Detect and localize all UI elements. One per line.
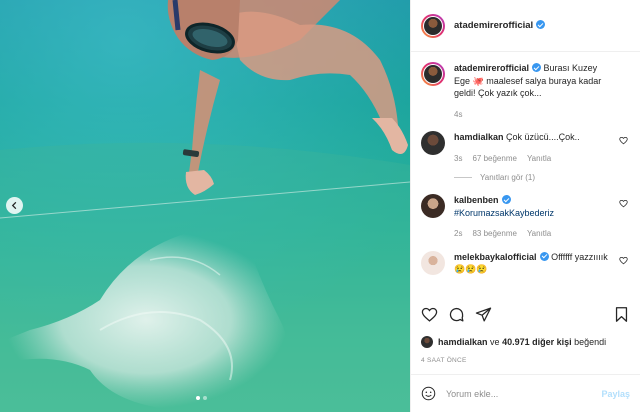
caption-username[interactable]: atademirerofficial xyxy=(454,63,542,73)
heart-icon[interactable] xyxy=(619,256,628,265)
reply-button[interactable]: Yanıtla xyxy=(527,228,551,241)
caption-timestamp: 4s xyxy=(454,109,463,119)
emoji-icon[interactable] xyxy=(421,386,436,401)
caption-row: atademirerofficial Burası Kuzey Ege 🐙 ma… xyxy=(421,62,630,121)
comment-username[interactable]: kalbenben xyxy=(454,195,511,205)
comment-username[interactable]: hamdialkan xyxy=(454,132,504,142)
comment-icon[interactable] xyxy=(448,306,465,323)
post-photo xyxy=(0,0,410,412)
author-username[interactable]: atademirerofficial xyxy=(454,20,546,31)
comment-row: kalbenben #KorumazsakKaybederiz 2s 83 be… xyxy=(421,194,630,241)
comment-input[interactable] xyxy=(446,388,602,399)
comment-row: hamdialkan Çok üzücü....Çok.. 3s 67 beğe… xyxy=(421,131,630,165)
likes-connector: ve xyxy=(490,337,500,347)
comments-list: atademirerofficial Burası Kuzey Ege 🐙 ma… xyxy=(411,52,640,300)
comment-likes[interactable]: 83 beğenme xyxy=(472,228,516,241)
carousel-indicator xyxy=(196,396,207,400)
likes-count[interactable]: 40.971 diğer kişi xyxy=(502,337,572,347)
liker-username[interactable]: hamdialkan xyxy=(438,337,488,347)
commenter-avatar[interactable] xyxy=(421,250,445,275)
comment-time: 3s xyxy=(454,153,463,163)
author-avatar[interactable] xyxy=(421,62,445,86)
carousel-dot xyxy=(203,396,207,400)
replies-divider xyxy=(454,177,472,178)
likes-summary: hamdialkan ve 40.971 diğer kişi beğendi xyxy=(421,336,606,348)
verified-icon xyxy=(539,251,549,261)
likes-suffix: beğendi xyxy=(574,337,607,347)
comment-row: melekbaykalofficial Offffff yazzıııık😢😢😢 xyxy=(421,250,630,276)
add-comment-bar: Paylaş xyxy=(411,374,640,412)
verified-icon xyxy=(501,195,511,204)
bookmark-icon[interactable] xyxy=(613,306,630,323)
heart-icon[interactable] xyxy=(619,199,628,208)
reply-button[interactable]: Yanıtla xyxy=(527,153,551,166)
share-icon[interactable] xyxy=(475,306,492,323)
author-avatar[interactable] xyxy=(421,13,445,38)
heart-icon[interactable] xyxy=(619,136,628,145)
heart-icon[interactable] xyxy=(421,306,438,323)
post-actions-bar xyxy=(421,306,630,323)
post-time-ago: 4 SAAT ÖNCE xyxy=(421,357,467,364)
verified-icon xyxy=(536,20,546,29)
post-header: atademirerofficial xyxy=(411,0,640,52)
comment-likes[interactable]: 67 beğenme xyxy=(472,153,516,166)
post-comment-button[interactable]: Paylaş xyxy=(601,389,630,399)
comment-text: Çok üzücü....Çok.. xyxy=(506,132,580,142)
underwater-scene xyxy=(0,0,410,412)
view-replies-label: Yanıtları gör (1) xyxy=(480,173,535,182)
commenter-avatar[interactable] xyxy=(421,194,445,218)
liker-avatar[interactable] xyxy=(421,336,433,348)
carousel-dot xyxy=(196,396,200,400)
verified-icon xyxy=(532,63,542,72)
comment-time: 2s xyxy=(454,229,463,238)
hashtag-link[interactable]: #KorumazsakKaybederiz xyxy=(454,207,614,220)
comment-username[interactable]: melekbaykalofficial xyxy=(454,251,549,262)
post-details-panel: atademirerofficial atademirerofficial Bu… xyxy=(410,0,640,412)
view-replies-button[interactable]: Yanıtları gör (1) xyxy=(454,173,630,182)
previous-photo-button[interactable] xyxy=(6,197,23,214)
commenter-avatar[interactable] xyxy=(421,131,445,155)
chevron-left-icon xyxy=(11,201,17,210)
